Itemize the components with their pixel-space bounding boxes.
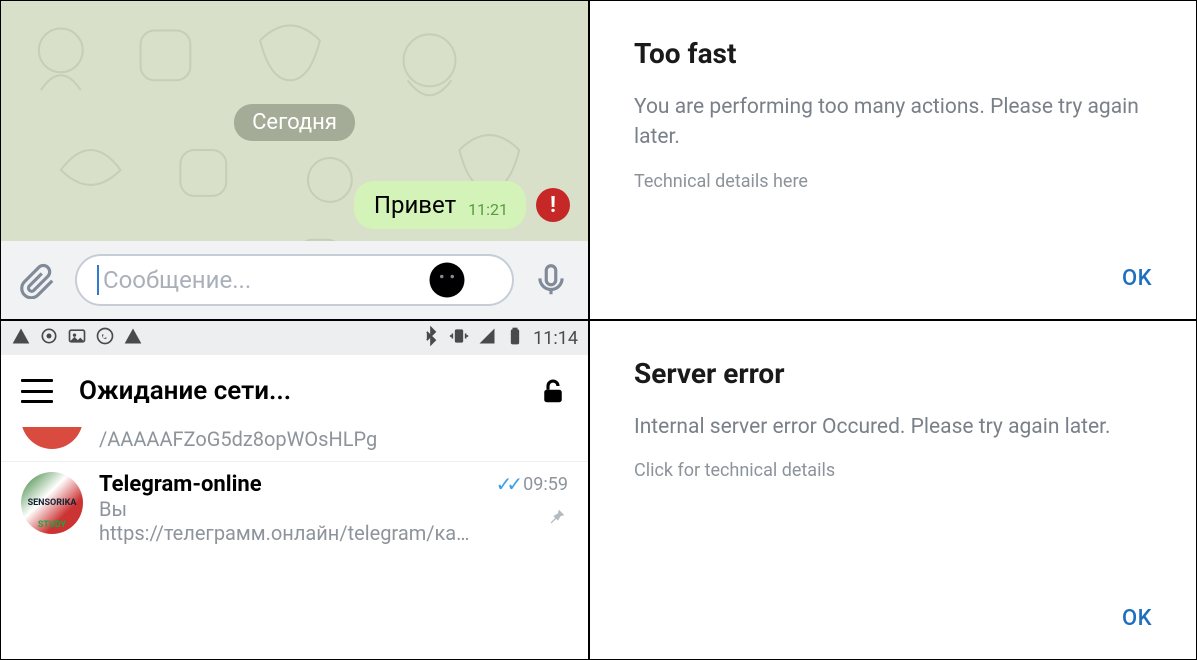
signal-icon [477,326,497,351]
dialog-title: Server error [634,357,1152,390]
target-icon [39,326,59,351]
bluetooth-icon [421,326,441,351]
sticker-icon[interactable] [426,259,468,301]
dialog-too-fast: Too fast You are performing too many act… [589,0,1197,320]
chat-view: Сегодня Привет 11:21 ! Сообщение... [0,0,589,320]
warning-icon [11,326,31,351]
message-input-bar: Сообщение... [1,241,588,319]
hamburger-icon[interactable] [21,379,53,403]
send-error-icon[interactable]: ! [536,188,570,222]
dialog-body: You are performing too many actions. Ple… [634,92,1152,153]
outgoing-message-bubble[interactable]: Привет 11:21 [354,181,526,229]
vibrate-icon [449,326,469,351]
image-icon [67,326,87,351]
status-clock: 11:14 [533,328,578,349]
whatsapp-icon [95,326,115,351]
chat-list-view: 11:14 Ожидание сети... /AAAAAFZoG5dz8opW… [0,320,589,660]
chat-preview: /AAAAAFZoG5dz8opWOsHLPg [99,427,568,451]
message-time: 11:21 [468,200,508,219]
ok-button[interactable]: OK [1122,606,1152,631]
chat-list[interactable]: /AAAAAFZoG5dz8opWOsHLPg SENSORIKA Telegr… [1,427,588,659]
app-bar: Ожидание сети... [1,355,588,427]
passcode-lock-icon[interactable] [538,376,568,406]
connection-status-title: Ожидание сети... [79,376,512,406]
ok-button[interactable]: OK [1122,266,1152,291]
message-row[interactable]: Привет 11:21 ! [1,181,588,229]
technical-details-link[interactable]: Click for technical details [634,460,1152,481]
chat-time: 09:59 [523,474,568,495]
text-caret [97,265,99,295]
android-status-bar: 11:14 [1,321,588,355]
attach-icon[interactable] [17,259,59,301]
chat-list-item[interactable]: SENSORIKA Telegram-online Вы https://тел… [1,461,588,555]
dialog-server-error: Server error Internal server error Occur… [589,320,1197,660]
chat-list-item[interactable]: /AAAAAFZoG5dz8opWOsHLPg [1,427,588,461]
avatar[interactable]: SENSORIKA [21,472,83,534]
pin-icon [546,506,568,533]
message-text: Привет [374,191,456,219]
date-separator: Сегодня [234,104,355,141]
dialog-title: Too fast [634,37,1152,70]
warning-icon [123,326,143,351]
dialog-body: Internal server error Occured. Please tr… [634,412,1152,442]
read-receipt-icon: ✓✓ [496,472,518,496]
input-placeholder: Сообщение... [103,266,251,294]
avatar[interactable] [21,427,83,449]
microphone-icon[interactable] [530,259,572,301]
chat-preview: https://телеграмм.онлайн/telegram/ка… [99,521,480,545]
chat-sender: Вы [99,497,480,521]
battery-icon [505,326,525,351]
technical-details-link[interactable]: Technical details here [634,171,1152,192]
chat-name: Telegram-online [99,472,480,497]
